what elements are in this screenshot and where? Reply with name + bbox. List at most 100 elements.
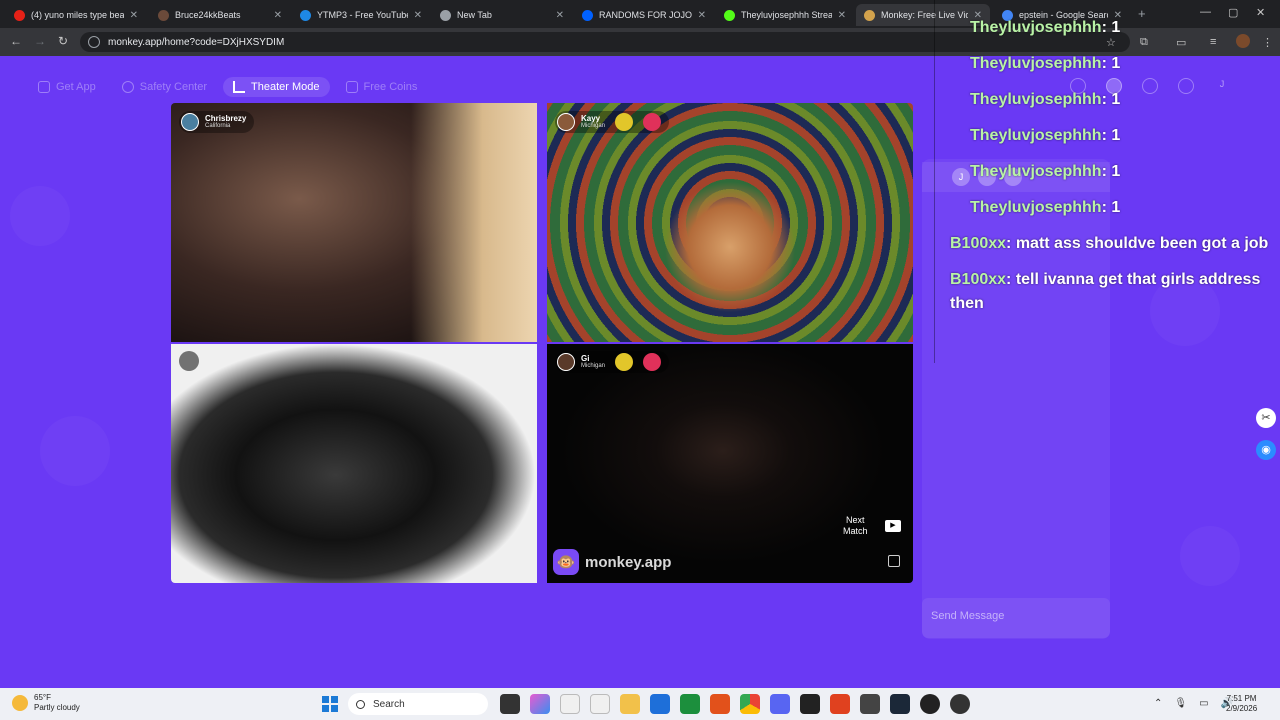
network-icon[interactable]: ▭ [1199,698,1208,709]
audio-app-icon[interactable] [860,694,880,714]
search-label: Search [373,698,405,710]
forward-icon[interactable]: → [34,34,46,48]
capcut-icon[interactable] [800,694,820,714]
user-location: Michigan [581,123,606,129]
reload-icon[interactable]: ↻ [58,34,68,48]
search-icon [356,699,365,709]
tab-youtube[interactable]: (4) yuno miles type beat - ✕ [6,4,146,26]
media-player-icon[interactable] [920,694,940,714]
clock-time: 7:51 PM [1226,694,1257,703]
tab-kick[interactable]: Theyluvjosephhh Stream - ✕ [716,4,854,26]
shield-icon [121,81,134,93]
chat-username: B100xx [950,235,1007,252]
chat-text: 1 [1111,163,1121,180]
scissors-icon[interactable]: ✂ [1256,408,1276,428]
close-icon[interactable]: ✕ [698,10,706,21]
chat-message: B100xx: matt ass shouldve been got a job [950,235,1269,252]
excel-icon[interactable] [680,694,700,714]
chat-message: Theyluvjosephhh: 1 [970,19,1121,36]
chat-message: Theyluvjosephhh: 1 [970,91,1121,108]
gift-icon[interactable] [643,113,662,131]
store-icon[interactable] [650,694,670,714]
play-icon[interactable]: ▶ [885,520,901,532]
chat-message: Theyluvjosephhh: 1 [970,127,1121,144]
clock[interactable]: 7:51 PM 2/9/2026 [1226,694,1257,714]
heart-icon[interactable] [615,353,634,371]
url-text: monkey.app/home?code=DXjHXSYDIM [108,36,285,48]
chat-username: B100xx [950,271,1007,288]
get-app-button[interactable]: Get App [28,77,106,97]
close-icon[interactable]: ✕ [130,10,138,21]
chat-text: 1 [1111,199,1121,216]
user-chip[interactable]: Chrisbrezy California [179,111,255,133]
chrome-icon[interactable] [740,694,760,714]
steam-icon[interactable] [890,694,910,714]
camera-off-icon[interactable] [179,351,199,371]
taskbar-search[interactable]: Search [348,693,488,715]
windows-start-icon[interactable] [322,696,338,712]
notepad-icon[interactable] [560,694,580,714]
chevron-up-icon[interactable]: ⌃ [1154,698,1162,709]
assistant-icon[interactable]: ◉ [1256,440,1276,460]
chat-message: Theyluvjosephhh: 1 [970,55,1121,72]
safety-center-label: Safety Center [139,81,208,93]
site-info-icon[interactable] [88,36,100,48]
chat-username: Theyluvjosephhh [970,91,1102,108]
coins-icon [345,81,358,93]
tab-ytmp3[interactable]: YTMP3 - Free YouTube to ✕ [292,4,430,26]
video-tile-4: Gi Michigan Next Match ▶ 🐵 monkey.app [547,343,913,583]
chat-text: 1 [1111,55,1121,72]
avatar [557,353,575,371]
brand-name: monkey.app [585,553,672,571]
close-icon[interactable]: ✕ [274,10,282,21]
discord-icon[interactable] [770,694,790,714]
close-icon[interactable]: ✕ [414,10,422,21]
chat-message: B100xx: tell ivanna get that girls addre… [950,271,1261,312]
tab-newtab[interactable]: New Tab ✕ [432,4,572,26]
send-message-input[interactable]: Send Message [922,598,1110,638]
kick-icon [724,9,735,21]
site-icon [158,9,169,21]
video-tile-2: Kayy Michigan [547,103,913,343]
report-icon[interactable] [888,555,900,567]
weather-temp: 65°F [34,693,51,702]
obs-icon[interactable] [950,694,970,714]
chat-username: Theyluvjosephhh [970,127,1102,144]
copilot-icon[interactable] [530,694,550,714]
tab-dropbox[interactable]: RANDOMS FOR JOJOS.mp ✕ [574,4,714,26]
user-chip[interactable]: Kayy Michigan [555,111,670,133]
background-pattern [40,416,110,486]
chat-username: Theyluvjosephhh [970,199,1102,216]
back-icon[interactable]: ← [10,34,22,48]
background-pattern [10,186,70,246]
monkey-logo-icon: 🐵 [553,549,579,575]
user-chip[interactable]: Gi Michigan [555,351,670,373]
heart-icon[interactable] [615,113,634,131]
chat-text: matt ass shouldve been got a job [1015,235,1269,252]
chat-message: Theyluvjosephhh: 1 [970,163,1121,180]
gift-icon[interactable] [643,353,662,371]
safety-center-button[interactable]: Safety Center [112,77,217,97]
get-app-label: Get App [56,81,96,93]
tab-bruce[interactable]: Bruce24kkBeats ✕ [150,4,290,26]
fl-studio-icon[interactable] [830,694,850,714]
dropbox-icon [582,9,593,21]
file-explorer-icon[interactable] [620,694,640,714]
theater-mode-button[interactable]: Theater Mode [223,77,330,97]
next-match-button[interactable]: Next Match [843,515,868,537]
user-location: Michigan [581,363,606,369]
chat-username: Theyluvjosephhh [970,55,1102,72]
weather-widget[interactable]: 65°F Partly cloudy [12,693,80,713]
mic-icon[interactable]: 🎙 [1174,698,1187,709]
video-tile-1: Chrisbrezy California [171,103,537,343]
avatar [181,113,199,131]
close-icon[interactable]: ✕ [838,10,846,21]
expand-icon [233,81,246,93]
task-view-icon[interactable] [500,694,520,714]
file-icon[interactable] [590,694,610,714]
close-icon[interactable]: ✕ [556,10,564,21]
firefox-icon[interactable] [710,694,730,714]
free-coins-button[interactable]: Free Coins [336,77,428,97]
user-name: Kayy [581,114,601,123]
avatar [557,113,575,131]
